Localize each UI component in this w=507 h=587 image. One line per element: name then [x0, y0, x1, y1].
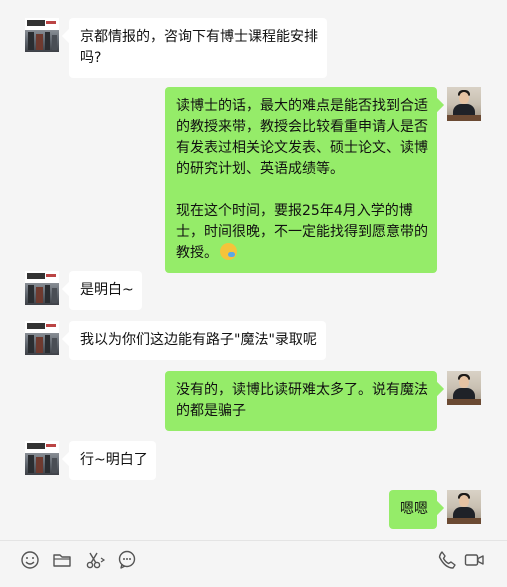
input-toolbar: [0, 540, 507, 587]
message-bubble-incoming[interactable]: 京都情报的，咨询下有博士课程能安排 吗?: [69, 18, 327, 78]
chat-bubble-icon[interactable]: [116, 549, 138, 571]
message-bubble-outgoing[interactable]: 没有的，读博比读研难太多了。说有魔法 的都是骗子: [165, 371, 437, 431]
message-text: 的都是骗子: [176, 403, 246, 419]
message-bubble-outgoing[interactable]: 嗯嗯: [389, 490, 437, 529]
message-text: 有发表过相关论文发表、硕士论文、读博: [176, 140, 428, 156]
message-text: 的教授来带，教授会比较看重申请人是否: [176, 119, 428, 135]
self-avatar[interactable]: [447, 490, 481, 524]
message-text: 京都情报的，咨询下有博士课程能安排: [80, 29, 318, 45]
message-text: 现在这个时间，要报25年4月入学的博: [176, 203, 413, 219]
message-bubble-incoming[interactable]: 是明白~: [69, 271, 142, 310]
contact-avatar[interactable]: [25, 18, 59, 52]
message-bubble-outgoing[interactable]: 读博士的话，最大的难点是能否找到合适 的教授来带，教授会比较看重申请人是否 有发…: [165, 87, 437, 273]
scissors-icon[interactable]: [84, 549, 106, 571]
self-avatar[interactable]: [447, 87, 481, 121]
message-text: 的研究计划、英语成绩等。: [176, 161, 344, 177]
message-text: 没有的，读博比读研难太多了。说有魔法: [176, 382, 428, 398]
video-icon[interactable]: [463, 549, 485, 571]
message-text: 行~明白了: [80, 452, 148, 468]
message-text: 我以为你们这边能有路子"魔法"录取呢: [80, 332, 317, 348]
message-text: 读博士的话，最大的难点是能否找到合适: [176, 98, 428, 114]
contact-avatar[interactable]: [25, 271, 59, 305]
message-text: 教授。: [176, 245, 218, 261]
message-text: 是明白~: [80, 282, 134, 298]
message-bubble-incoming[interactable]: 行~明白了: [69, 441, 156, 480]
message-text: 吗?: [80, 50, 102, 66]
phone-icon[interactable]: [436, 549, 458, 571]
folder-icon[interactable]: [51, 549, 73, 571]
contact-avatar[interactable]: [25, 321, 59, 355]
message-text: 嗯嗯: [400, 501, 428, 517]
contact-avatar[interactable]: [25, 441, 59, 475]
message-text: 士，时间很晚，不一定能找得到愿意带的: [176, 224, 428, 240]
chat-area[interactable]: 京都情报的，咨询下有博士课程能安排 吗? 读博士的话，最大的难点是能否找到合适 …: [0, 0, 507, 540]
message-bubble-incoming[interactable]: 我以为你们这边能有路子"魔法"录取呢: [69, 321, 326, 360]
self-avatar[interactable]: [447, 371, 481, 405]
sweat-smile-emoji-icon: [220, 243, 237, 260]
emoji-icon[interactable]: [19, 549, 41, 571]
